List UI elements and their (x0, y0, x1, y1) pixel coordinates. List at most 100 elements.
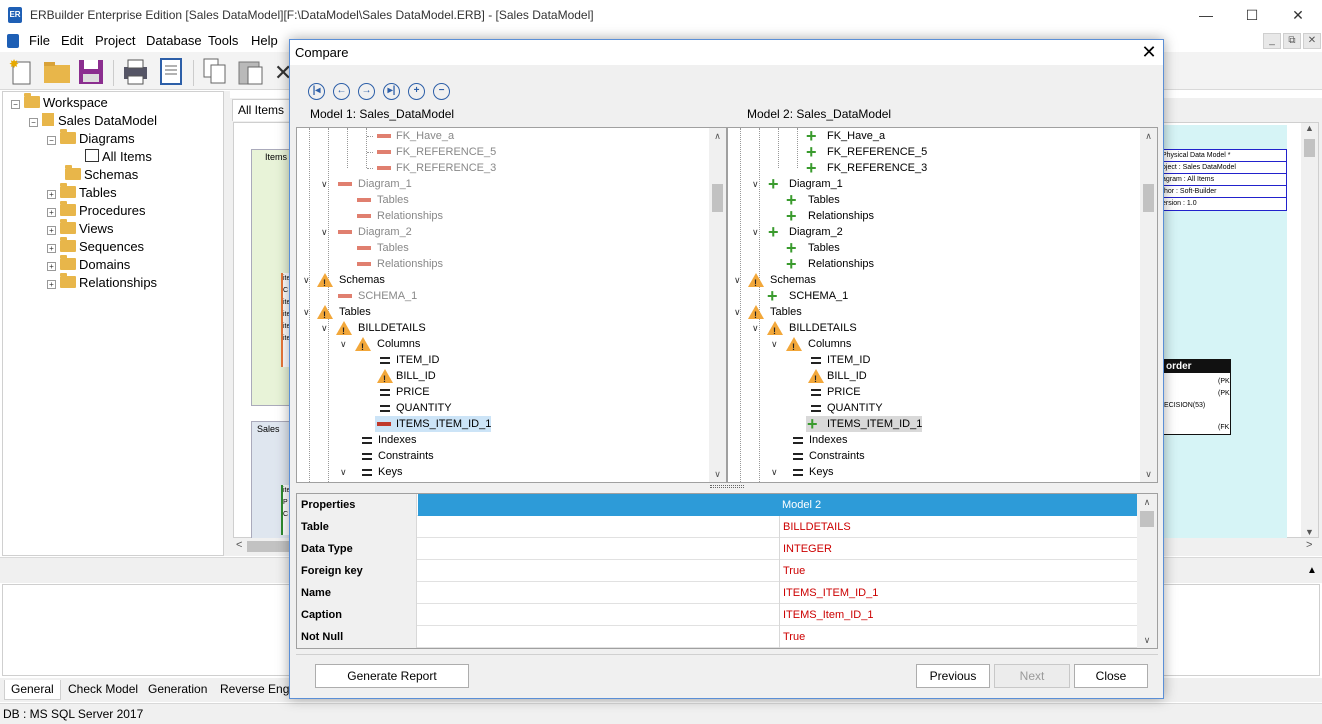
collapse-icon[interactable]: − (29, 118, 38, 127)
model2-tree-scrollbar[interactable]: ∧ ∨ (1140, 128, 1157, 482)
save-icon[interactable] (76, 56, 106, 86)
tree-node-model[interactable]: − Sales DataModel (29, 113, 157, 128)
last-difference-icon[interactable]: ▸| (383, 83, 400, 100)
chevron-down-icon[interactable]: ∨ (752, 320, 759, 336)
new-icon[interactable]: ✸ (6, 56, 36, 86)
canvas-vertical-scrollbar[interactable]: ▲ ▼ (1301, 123, 1318, 537)
tree-node-all-items[interactable]: All Items (85, 149, 152, 164)
property-row[interactable]: Caption ITEMS_Item_ID_1 (297, 604, 1137, 626)
previous-button[interactable]: Previous (916, 664, 990, 688)
chevron-down-icon[interactable]: ∨ (303, 272, 310, 288)
scroll-thumb[interactable] (1140, 511, 1154, 527)
tree-row-selected[interactable]: ITEMS_ITEM_ID_1 (375, 416, 491, 432)
menu-edit[interactable]: Edit (61, 33, 83, 48)
tab-generation[interactable]: Generation (142, 680, 213, 700)
scroll-up-icon[interactable]: ▲ (1301, 123, 1318, 133)
copy-icon[interactable] (200, 56, 230, 86)
tree-row-selected[interactable]: + ITEMS_ITEM_ID_1 (806, 415, 922, 433)
dialog-close-icon[interactable]: ✕ (1135, 40, 1163, 65)
collapse-panel-icon[interactable]: ▲ (1307, 565, 1317, 576)
next-button[interactable]: Next (994, 664, 1070, 688)
scroll-down-icon[interactable]: ▼ (1301, 527, 1318, 537)
property-row[interactable]: Name ITEMS_ITEM_ID_1 (297, 582, 1137, 604)
tab-all-items[interactable]: All Items (232, 99, 292, 121)
properties-scrollbar[interactable]: ∧ ∨ (1137, 494, 1157, 648)
menu-project[interactable]: Project (95, 33, 135, 48)
chevron-down-icon[interactable]: ∨ (321, 224, 328, 240)
minimize-button[interactable]: — (1183, 0, 1229, 31)
scroll-down-icon[interactable]: ∨ (1140, 466, 1157, 482)
print-icon[interactable] (120, 56, 150, 86)
property-row[interactable]: Not Null True (297, 626, 1137, 648)
chevron-down-icon[interactable]: ∨ (752, 176, 759, 192)
first-difference-icon[interactable]: |◂ (308, 83, 325, 100)
chevron-down-icon[interactable]: ∨ (734, 304, 741, 320)
model2-tree[interactable]: + FK_Have_a + FK_REFERENCE_5 + FK_REFERENCE… (727, 127, 1158, 483)
scroll-up-icon[interactable]: ∧ (1137, 494, 1157, 510)
tab-general[interactable]: General (4, 680, 61, 700)
model-info-box[interactable]: Physical Data Model * oject : Sales Data… (1161, 149, 1287, 211)
open-icon[interactable] (42, 56, 72, 86)
chevron-down-icon[interactable]: ∨ (771, 336, 778, 352)
menu-tools[interactable]: Tools (208, 33, 238, 48)
menu-database[interactable]: Database (146, 33, 202, 48)
paste-icon[interactable] (236, 56, 266, 86)
tree-node-views[interactable]: + Views (47, 219, 113, 236)
expand-icon[interactable]: + (47, 208, 56, 217)
scroll-up-icon[interactable]: ∧ (709, 128, 726, 144)
chevron-down-icon[interactable]: ∨ (321, 176, 328, 192)
properties-grid[interactable]: Properties Model 2 Table BILLDETAILS Dat… (296, 493, 1158, 649)
collapse-icon[interactable]: − (47, 136, 56, 145)
expand-icon[interactable]: + (47, 190, 56, 199)
chevron-down-icon[interactable]: ∨ (303, 304, 310, 320)
scroll-thumb[interactable] (1304, 139, 1315, 157)
scroll-down-icon[interactable]: ∨ (1137, 632, 1157, 648)
expand-icon[interactable]: + (47, 262, 56, 271)
scroll-thumb[interactable] (247, 541, 292, 552)
expand-icon[interactable]: + (47, 244, 56, 253)
pane-resize-grip[interactable] (710, 485, 744, 488)
mdi-restore-button[interactable]: ⧉ (1283, 33, 1301, 49)
menu-help[interactable]: Help (251, 33, 278, 48)
close-window-button[interactable]: ✕ (1275, 0, 1321, 31)
expand-icon[interactable]: + (47, 226, 56, 235)
close-button[interactable]: Close (1074, 664, 1148, 688)
maximize-button[interactable]: ☐ (1229, 0, 1275, 31)
expand-icon[interactable]: + (47, 280, 56, 289)
chevron-down-icon[interactable]: ∨ (771, 464, 778, 480)
chevron-down-icon[interactable]: ∨ (340, 464, 347, 480)
property-row[interactable]: Table BILLDETAILS (297, 516, 1137, 538)
property-row[interactable]: Foreign key True (297, 560, 1137, 582)
chevron-down-icon[interactable]: ∨ (321, 320, 328, 336)
scroll-right-icon[interactable]: > (1306, 539, 1312, 551)
print-preview-icon[interactable] (156, 56, 186, 86)
scroll-down-icon[interactable]: ∨ (709, 466, 726, 482)
next-difference-icon[interactable]: → (358, 83, 375, 100)
mdi-close-button[interactable]: ✕ (1303, 33, 1321, 49)
tab-check-model[interactable]: Check Model (62, 680, 144, 700)
menu-file[interactable]: File (29, 33, 50, 48)
chevron-down-icon[interactable]: ∨ (340, 336, 347, 352)
chevron-down-icon[interactable]: ∨ (752, 224, 759, 240)
collapse-icon[interactable]: − (11, 100, 20, 109)
tree-node-sequences[interactable]: + Sequences (47, 237, 144, 254)
tree-node-diagrams[interactable]: − Diagrams (47, 129, 135, 146)
scroll-thumb[interactable] (712, 184, 723, 212)
tree-node-schemas[interactable]: Schemas (65, 165, 138, 182)
previous-difference-icon[interactable]: ← (333, 83, 350, 100)
tree-node-workspace[interactable]: − Workspace (11, 93, 108, 110)
tree-node-procedures[interactable]: + Procedures (47, 201, 145, 218)
generate-report-button[interactable]: Generate Report (315, 664, 469, 688)
order-table-entity[interactable]: order (PK (PK ECISION(53) (FK (1161, 359, 1231, 435)
scroll-left-icon[interactable]: < (236, 539, 242, 551)
tree-node-relationships[interactable]: + Relationships (47, 273, 157, 290)
scroll-thumb[interactable] (1143, 184, 1154, 212)
model1-tree-scrollbar[interactable]: ∧ ∨ (709, 128, 726, 482)
collapse-all-icon[interactable]: − (433, 83, 450, 100)
tree-node-tables[interactable]: + Tables (47, 183, 117, 200)
tree-node-domains[interactable]: + Domains (47, 255, 130, 272)
scroll-up-icon[interactable]: ∧ (1140, 128, 1157, 144)
chevron-down-icon[interactable]: ∨ (734, 272, 741, 288)
property-row[interactable]: Data Type INTEGER (297, 538, 1137, 560)
expand-all-icon[interactable]: + (408, 83, 425, 100)
